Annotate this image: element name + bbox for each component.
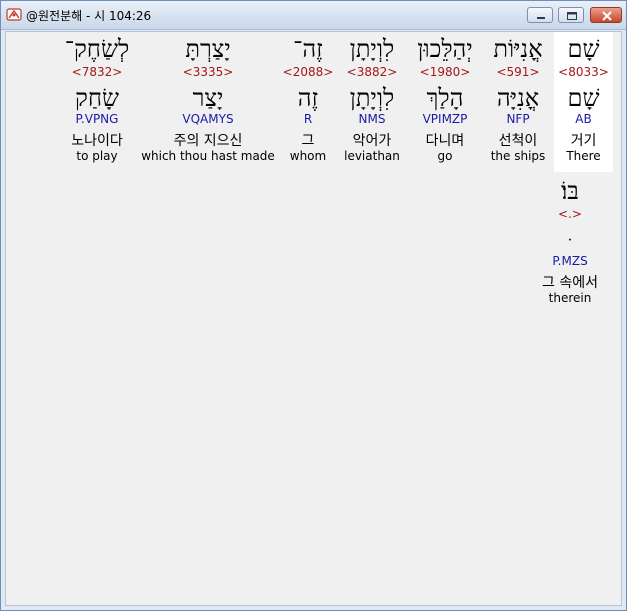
morphology-code: P.MZS: [552, 254, 588, 268]
korean-gloss: 선척이: [498, 133, 538, 149]
strong-number[interactable]: <3882>: [340, 65, 404, 79]
english-gloss: to play: [76, 149, 118, 163]
english-gloss: which thou hast made: [141, 149, 275, 163]
strong-number[interactable]: <3335>: [140, 65, 276, 79]
morphology-code: NFP: [506, 112, 530, 126]
word-column-8[interactable]: בּוֹ׃ <.> ּ P.MZS 그 속에서 therein: [536, 174, 604, 305]
minimize-icon: [537, 17, 545, 19]
korean-gloss: 악어가: [352, 133, 392, 149]
hebrew-root: זֶה: [297, 84, 319, 112]
hebrew-word: לְשַׂחֶק־: [64, 35, 130, 63]
morphology-code: P.VPNG: [75, 112, 119, 126]
english-gloss: There: [566, 149, 601, 163]
morphology-code: R: [303, 112, 313, 126]
hebrew-word: שָׁם: [567, 35, 600, 63]
word-column-6[interactable]: יָצַרְתָּ <3335> יָצַר VQAMYS 주의 지으신 whi…: [140, 32, 276, 172]
app-window: @원전분해 - 시 104:26 שָׁם <8033> שָׁם AB 거기: [0, 0, 627, 611]
bible-app-icon: [6, 8, 22, 21]
strong-number[interactable]: <1980>: [408, 65, 482, 79]
word-column-3[interactable]: יְהַלֵּכוּן <1980> הָלַךְ VPIMZP 다니며 go: [408, 32, 482, 172]
english-gloss: leviathan: [344, 149, 400, 163]
word-column-4[interactable]: לִוְיָתָן <3882> לִוְיָתָן NMS 악어가 levia…: [340, 32, 404, 172]
hebrew-word: יָצַרְתָּ: [185, 35, 231, 63]
english-gloss: the ships: [490, 149, 546, 163]
korean-gloss: 노나이다: [71, 133, 123, 149]
title-bar[interactable]: @원전분해 - 시 104:26: [1, 1, 626, 30]
strong-number[interactable]: <8033>: [554, 65, 613, 79]
hebrew-root: שָׂחַק: [74, 84, 120, 112]
english-gloss: therein: [548, 291, 592, 305]
hebrew-root: יָצַר: [192, 84, 224, 112]
korean-gloss: 그: [301, 133, 315, 149]
hebrew-word: יְהַלֵּכוּן: [417, 35, 473, 63]
word-column-7[interactable]: לְשַׂחֶק־ <7832> שָׂחַק P.VPNG 노나이다 to p…: [58, 32, 136, 172]
word-column-1[interactable]: שָׁם <8033> שָׁם AB 거기 There: [554, 32, 613, 172]
strong-number[interactable]: <7832>: [58, 65, 136, 79]
window-title: @원전분해 - 시 104:26: [26, 9, 152, 23]
korean-gloss: 다니며: [425, 133, 465, 149]
hebrew-root: הָלַךְ: [426, 84, 464, 112]
english-gloss: whom: [289, 149, 327, 163]
korean-gloss: 주의 지으신: [173, 133, 243, 149]
strong-number[interactable]: <.>: [536, 207, 604, 221]
morphology-code: AB: [575, 112, 592, 126]
hebrew-root: שָׁם: [567, 84, 600, 112]
hebrew-root: לִוְיָתָן: [349, 84, 395, 112]
maximize-icon: [567, 12, 577, 20]
interlinear-panel: שָׁם <8033> שָׁם AB 거기 There אֳנִיּוֹת <…: [5, 31, 622, 606]
close-button[interactable]: [590, 7, 622, 23]
close-icon: [602, 11, 612, 21]
korean-gloss: 그 속에서: [542, 275, 598, 291]
morphology-code: VQAMYS: [182, 112, 234, 126]
hebrew-root: אֳנִיָּה: [496, 84, 540, 112]
strong-number[interactable]: <591>: [486, 65, 550, 79]
word-column-5[interactable]: זֶה־ <2088> זֶה R 그 whom: [280, 32, 336, 172]
morphology-code: VPIMZP: [422, 112, 468, 126]
word-column-2[interactable]: אֳנִיּוֹת <591> אֳנִיָּה NFP 선척이 the shi…: [486, 32, 550, 172]
hebrew-root: ּ: [536, 225, 604, 255]
strong-number[interactable]: <2088>: [280, 65, 336, 79]
hebrew-word: לִוְיָתָן: [349, 35, 395, 63]
hebrew-word: בּוֹ׃: [561, 177, 579, 205]
hebrew-word: זֶה־: [293, 35, 323, 63]
korean-gloss: 거기: [570, 133, 597, 149]
maximize-button[interactable]: [558, 7, 584, 23]
hebrew-word: אֳנִיּוֹת: [493, 35, 543, 63]
english-gloss: go: [437, 149, 453, 163]
morphology-code: NMS: [358, 112, 386, 126]
minimize-button[interactable]: [527, 7, 553, 23]
